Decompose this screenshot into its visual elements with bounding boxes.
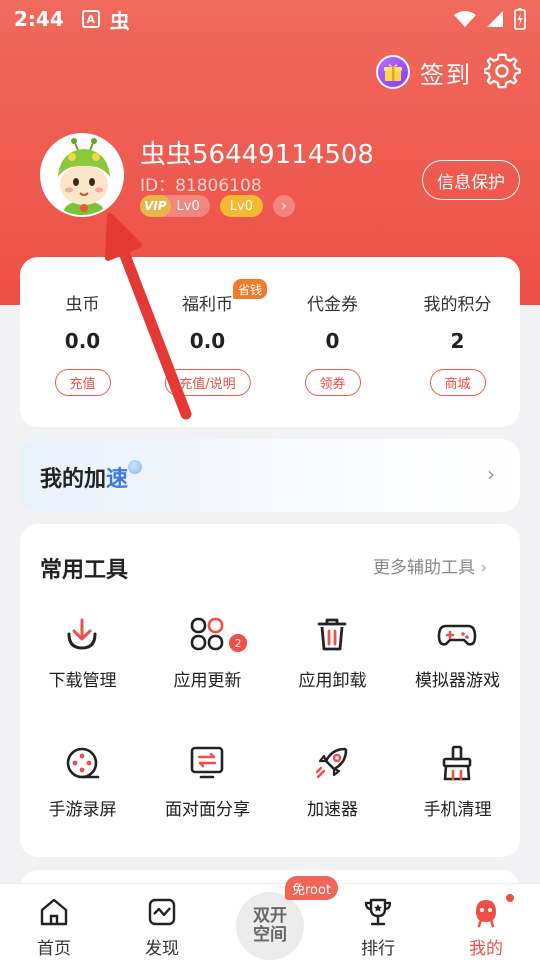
wallet-stats-card: 虫币 0.0 充值 福利币 0.0 充值/说明 代金券 0 领券 我的积分 2 …: [20, 257, 520, 427]
vip-level: Lv0: [176, 198, 200, 214]
nav-ranking[interactable]: 排行: [324, 884, 432, 960]
common-tools-card: 常用工具 更多辅助工具 › 下载管理 2 应用更新 应用卸载 模拟器游戏 手游录…: [20, 524, 520, 857]
tools-title: 常用工具: [40, 558, 129, 583]
acceleration-title: 我的加速: [40, 467, 129, 492]
center-label-line2: 空间: [253, 925, 287, 945]
nav-discover[interactable]: 发现: [108, 884, 216, 960]
stat-label: 虫币: [65, 295, 100, 315]
nav-label: 发现: [145, 939, 179, 959]
recharge-button[interactable]: 充值: [54, 369, 111, 396]
app-update-icon: [190, 617, 224, 651]
status-indicators: [454, 8, 526, 30]
tool-label: 模拟器游戏: [415, 671, 500, 691]
nav-mine[interactable]: 我的: [432, 884, 540, 960]
user-id: ID：81806108: [140, 176, 262, 196]
chevron-right-icon: ›: [487, 462, 495, 486]
status-bar: 2:44 A 虫: [0, 0, 540, 38]
wifi-icon: [454, 11, 476, 27]
tool-screen-record[interactable]: 手游录屏: [20, 743, 145, 853]
gift-icon: [376, 55, 410, 89]
stat-value: 0.0: [64, 329, 101, 353]
stat-label: 我的积分: [423, 295, 492, 315]
status-time: 2:44: [14, 7, 64, 31]
stat-coins[interactable]: 虫币 0.0 充值: [20, 257, 145, 427]
stat-value: 2: [450, 329, 465, 353]
user-level-badge[interactable]: Lv0: [219, 195, 263, 217]
signin-button[interactable]: 签到: [376, 54, 472, 90]
stat-points[interactable]: 我的积分 2 商城: [395, 257, 520, 427]
tool-label: 面对面分享: [165, 800, 250, 820]
tool-app-update[interactable]: 2 应用更新: [145, 614, 270, 724]
download-icon: [67, 618, 97, 650]
tool-download-manager[interactable]: 下载管理: [20, 614, 145, 724]
gamepad-icon: [437, 624, 477, 646]
tool-accelerator[interactable]: 加速器: [270, 743, 395, 853]
update-count-badge: 2: [229, 634, 247, 652]
recharge-info-button[interactable]: 充值/说明: [164, 369, 251, 396]
share-screen-icon: [190, 746, 224, 779]
my-acceleration-card[interactable]: 我的加速 ›: [20, 439, 520, 512]
rocket-icon: [315, 747, 348, 779]
stat-vouchers[interactable]: 代金券 0 领券: [270, 257, 395, 427]
nav-home[interactable]: 首页: [0, 884, 108, 960]
level-row: VIP Lv0 Lv0 ›: [140, 195, 295, 217]
vip-tag: VIP: [140, 195, 171, 217]
mall-button[interactable]: 商城: [429, 369, 486, 396]
stat-label: 代金券: [307, 295, 358, 315]
signal-icon: [487, 11, 503, 27]
save-money-badge: 省钱: [233, 279, 268, 299]
bug-mascot-icon: [42, 135, 122, 215]
nav-label: 首页: [37, 939, 71, 959]
tool-label: 应用更新: [173, 671, 242, 691]
tool-label: 加速器: [307, 800, 358, 820]
home-icon: [40, 898, 68, 926]
privacy-protection-button[interactable]: 信息保护: [422, 160, 520, 200]
tool-face-to-face-share[interactable]: 面对面分享: [145, 743, 270, 853]
tool-label: 下载管理: [48, 671, 117, 691]
tool-label: 手机清理: [423, 800, 492, 820]
stat-value: 0.0: [189, 329, 226, 353]
battery-icon: [514, 8, 526, 30]
app-notification-icon: A: [81, 10, 100, 28]
avatar[interactable]: [40, 133, 124, 217]
bubble-icon: [128, 460, 142, 474]
tool-phone-cleanup[interactable]: 手机清理: [395, 743, 520, 853]
vip-level-badge[interactable]: VIP Lv0: [140, 195, 210, 217]
username: 虫虫56449114508: [140, 140, 374, 170]
more-tools-link[interactable]: 更多辅助工具 ›: [373, 553, 487, 578]
stat-value: 0: [325, 329, 340, 353]
signin-label: 签到: [420, 60, 472, 89]
nav-label: 我的: [469, 939, 503, 959]
chevron-right-icon[interactable]: ›: [272, 195, 295, 217]
notification-dot: [506, 894, 514, 902]
trophy-icon: [364, 898, 392, 926]
profile-icon: [476, 900, 496, 928]
center-label-line1: 双开: [253, 906, 287, 926]
claim-voucher-button[interactable]: 领券: [304, 369, 361, 396]
bug-app-icon: 虫: [109, 8, 130, 33]
tool-app-uninstall[interactable]: 应用卸载: [270, 614, 395, 724]
tool-emulator-games[interactable]: 模拟器游戏: [395, 614, 520, 724]
nav-label: 排行: [361, 939, 395, 959]
film-reel-icon: [66, 747, 100, 779]
no-root-badge: 免root: [285, 876, 339, 900]
discover-icon: [148, 898, 176, 926]
trash-icon: [317, 618, 347, 651]
brush-icon: [442, 745, 472, 781]
tool-label: 手游录屏: [48, 800, 117, 820]
dual-space-button[interactable]: 双开 空间: [236, 892, 304, 960]
gear-icon[interactable]: [484, 53, 522, 91]
tool-label: 应用卸载: [298, 671, 367, 691]
